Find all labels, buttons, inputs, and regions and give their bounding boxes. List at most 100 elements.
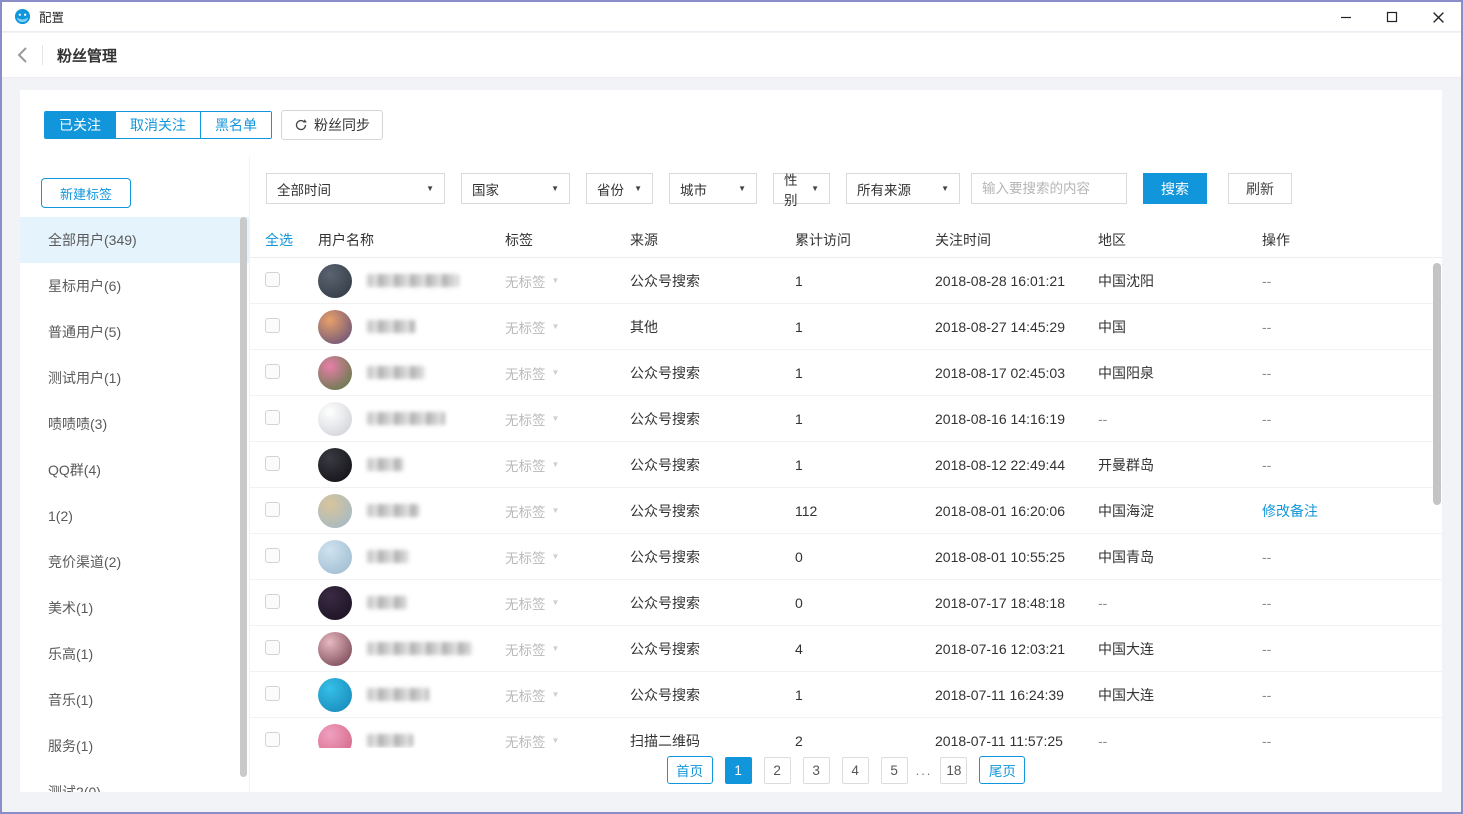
- sidebar-item[interactable]: 测试用户(1): [20, 355, 250, 401]
- close-button[interactable]: [1415, 2, 1461, 32]
- city-filter-value: 城市: [680, 179, 707, 199]
- sidebar-scrollbar[interactable]: [240, 217, 247, 777]
- row-checkbox[interactable]: [265, 318, 280, 333]
- minimize-button[interactable]: [1323, 2, 1369, 32]
- source-filter-select[interactable]: 所有来源▼: [846, 173, 960, 204]
- row-checkbox[interactable]: [265, 548, 280, 563]
- chevron-down-icon[interactable]: ▼: [552, 276, 560, 285]
- avatar: [318, 310, 352, 344]
- new-tag-button[interactable]: 新建标签: [41, 178, 131, 208]
- row-follow-time: 2018-08-27 14:45:29: [935, 319, 1098, 335]
- sidebar-item[interactable]: 乐高(1): [20, 631, 250, 677]
- chevron-down-icon[interactable]: ▼: [552, 736, 560, 745]
- row-tag-dropdown[interactable]: 无标签: [505, 271, 546, 291]
- row-tag-dropdown[interactable]: 无标签: [505, 547, 546, 567]
- page-button[interactable]: 4: [842, 757, 869, 784]
- header-region: 地区: [1098, 230, 1262, 250]
- chevron-down-icon[interactable]: ▼: [552, 690, 560, 699]
- chevron-down-icon[interactable]: ▼: [552, 598, 560, 607]
- row-action: --: [1262, 733, 1442, 749]
- row-checkbox[interactable]: [265, 456, 280, 471]
- sidebar-item[interactable]: 音乐(1): [20, 677, 250, 723]
- chevron-down-icon[interactable]: ▼: [552, 460, 560, 469]
- row-action[interactable]: 修改备注: [1262, 501, 1442, 521]
- row-visits: 0: [795, 549, 935, 565]
- tab[interactable]: 黑名单: [201, 112, 271, 138]
- row-region: 中国大连: [1098, 639, 1262, 659]
- table-row: 无标签 ▼ 公众号搜索 1 2018-07-11 16:24:39 中国大连 -…: [250, 672, 1442, 718]
- search-input[interactable]: [971, 173, 1127, 204]
- row-tag-dropdown[interactable]: 无标签: [505, 639, 546, 659]
- row-checkbox[interactable]: [265, 272, 280, 287]
- page-button[interactable]: 18: [940, 757, 967, 784]
- sidebar-item[interactable]: 测试2(0): [20, 769, 250, 792]
- page-button[interactable]: 1: [725, 757, 752, 784]
- sidebar-item[interactable]: 美术(1): [20, 585, 250, 631]
- pagination-nav-button[interactable]: 首页: [667, 756, 713, 784]
- row-name-redacted: [367, 274, 459, 287]
- back-button[interactable]: [10, 42, 36, 68]
- app-window: 配置 粉丝管理 已关注取消关注黑名单 粉丝同步: [0, 0, 1463, 814]
- row-source: 公众号搜索: [630, 455, 795, 475]
- page-button[interactable]: 5: [881, 757, 908, 784]
- time-filter-select[interactable]: 全部时间▼: [266, 173, 445, 204]
- sidebar-item[interactable]: 啧啧啧(3): [20, 401, 250, 447]
- chevron-down-icon[interactable]: ▼: [552, 322, 560, 331]
- tab[interactable]: 已关注: [45, 112, 116, 138]
- table-scrollbar[interactable]: [1433, 263, 1441, 505]
- row-tag-dropdown[interactable]: 无标签: [505, 409, 546, 429]
- sidebar-item[interactable]: 1(2): [20, 493, 250, 539]
- row-checkbox[interactable]: [265, 410, 280, 425]
- sidebar-item[interactable]: 星标用户(6): [20, 263, 250, 309]
- select-all-link[interactable]: 全选: [265, 230, 318, 250]
- pagination-nav-button[interactable]: 尾页: [979, 756, 1025, 784]
- gender-filter-select[interactable]: 性别▼: [773, 173, 830, 204]
- sidebar-item-label: 测试用户(1): [48, 368, 121, 388]
- row-tag-dropdown[interactable]: 无标签: [505, 685, 546, 705]
- row-name-redacted: [367, 642, 472, 655]
- sidebar-item[interactable]: 竞价渠道(2): [20, 539, 250, 585]
- province-filter-select[interactable]: 省份▼: [586, 173, 653, 204]
- page-button[interactable]: 3: [803, 757, 830, 784]
- sidebar-item[interactable]: 服务(1): [20, 723, 250, 769]
- row-name-redacted: [367, 412, 445, 425]
- sidebar-item[interactable]: QQ群(4): [20, 447, 250, 493]
- search-button[interactable]: 搜索: [1143, 173, 1207, 204]
- row-checkbox[interactable]: [265, 686, 280, 701]
- chevron-down-icon[interactable]: ▼: [552, 644, 560, 653]
- row-checkbox[interactable]: [265, 594, 280, 609]
- fans-sync-button[interactable]: 粉丝同步: [281, 110, 383, 140]
- sidebar-item-label: 测试2(0): [48, 782, 101, 792]
- chevron-down-icon[interactable]: ▼: [552, 506, 560, 515]
- country-filter-select[interactable]: 国家▼: [461, 173, 570, 204]
- row-name-redacted: [367, 596, 407, 609]
- row-source: 公众号搜索: [630, 501, 795, 521]
- chevron-down-icon[interactable]: ▼: [552, 552, 560, 561]
- row-source: 其他: [630, 317, 795, 337]
- province-filter-value: 省份: [597, 179, 624, 199]
- gender-filter-value: 性别: [784, 169, 805, 209]
- sidebar-item[interactable]: 普通用户(5): [20, 309, 250, 355]
- row-checkbox[interactable]: [265, 502, 280, 517]
- row-follow-time: 2018-08-28 16:01:21: [935, 273, 1098, 289]
- row-tag-dropdown[interactable]: 无标签: [505, 317, 546, 337]
- row-checkbox[interactable]: [265, 640, 280, 655]
- row-tag-dropdown[interactable]: 无标签: [505, 363, 546, 383]
- app-icon: [14, 8, 31, 25]
- city-filter-select[interactable]: 城市▼: [669, 173, 757, 204]
- row-tag-dropdown[interactable]: 无标签: [505, 501, 546, 521]
- row-checkbox[interactable]: [265, 364, 280, 379]
- maximize-button[interactable]: [1369, 2, 1415, 32]
- chevron-down-icon[interactable]: ▼: [552, 368, 560, 377]
- row-checkbox[interactable]: [265, 732, 280, 747]
- page-button[interactable]: 2: [764, 757, 791, 784]
- row-tag-dropdown[interactable]: 无标签: [505, 593, 546, 613]
- avatar: [318, 264, 352, 298]
- refresh-button[interactable]: 刷新: [1228, 173, 1292, 204]
- avatar: [318, 494, 352, 528]
- row-tag-dropdown[interactable]: 无标签: [505, 455, 546, 475]
- sidebar-item[interactable]: 全部用户(349): [20, 217, 250, 263]
- tab[interactable]: 取消关注: [116, 112, 201, 138]
- table-row: 无标签 ▼ 其他 1 2018-08-27 14:45:29 中国 --: [250, 304, 1442, 350]
- chevron-down-icon[interactable]: ▼: [552, 414, 560, 423]
